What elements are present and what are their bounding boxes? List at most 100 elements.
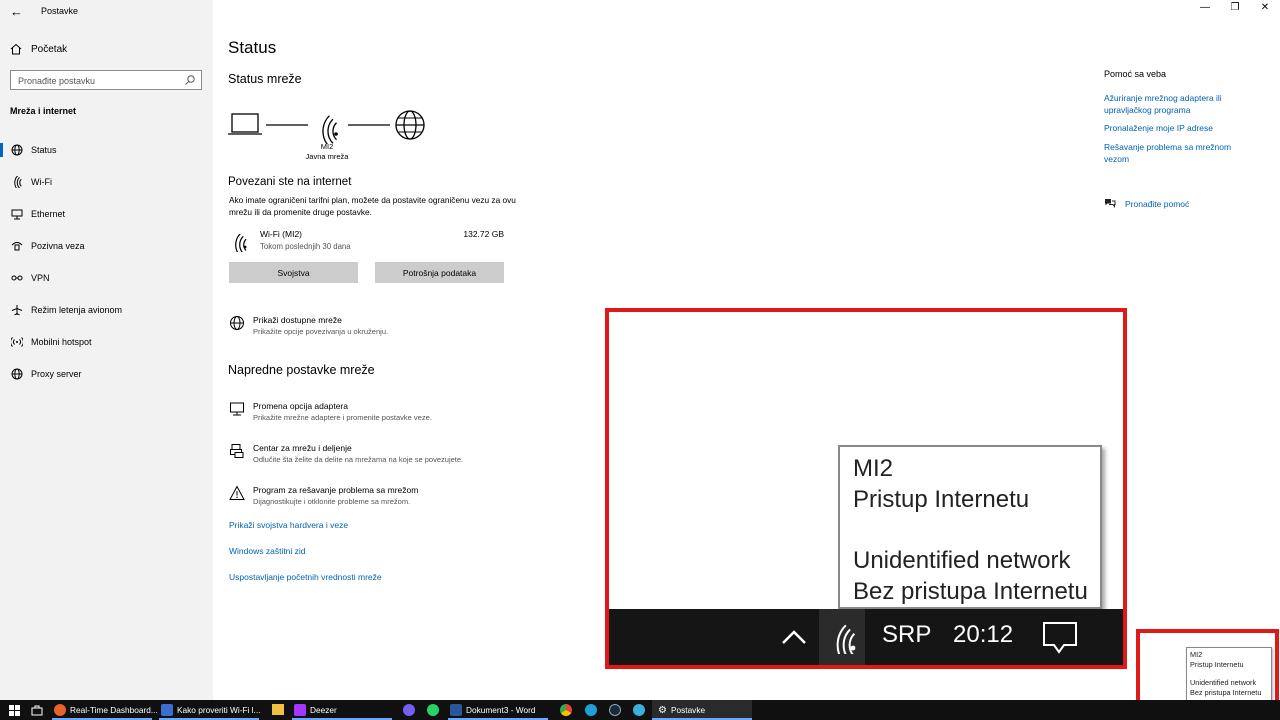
- option-description: Dijagnostikujte i otklonite probleme sa …: [253, 497, 411, 506]
- search-icon[interactable]: [184, 74, 196, 86]
- network-sharing-center[interactable]: Centar za mrežu i deljenje Odlučite šta …: [229, 443, 463, 464]
- option-description: Odlučite šta želite da delite na mrežama…: [253, 455, 464, 464]
- file-explorer-icon[interactable]: [272, 704, 284, 715]
- steam-icon[interactable]: [609, 704, 621, 716]
- sidebar-item-hotspot[interactable]: Mobilni hotspot: [0, 331, 213, 353]
- notification-icon[interactable]: [1042, 621, 1078, 655]
- ethernet-icon: [10, 207, 24, 221]
- help-link-ip[interactable]: Pronalaženje moje IP adrese: [1104, 122, 1254, 134]
- taskbar-item-label: Deezer: [310, 705, 337, 715]
- back-arrow-icon[interactable]: ←: [10, 4, 23, 19]
- taskbar-item-wifi-article[interactable]: Kako proveriti Wi-Fi l...: [161, 700, 260, 720]
- sidebar-item-status[interactable]: Status: [0, 139, 213, 161]
- help-link-adapter[interactable]: Ažuriranje mrežnog adaptera ili upravlja…: [1104, 92, 1254, 116]
- tooltip-line: Unidentified network: [853, 547, 1071, 574]
- store-icon[interactable]: [31, 704, 43, 716]
- sidebar-section-title: Mreža i internet: [10, 106, 77, 116]
- connected-description: Ako imate ograničeni tarifni plan, možet…: [229, 195, 516, 217]
- globe-icon: [10, 367, 24, 381]
- app-icon[interactable]: [633, 704, 645, 716]
- deezer-icon: [294, 704, 306, 716]
- whatsapp-icon[interactable]: [427, 704, 439, 716]
- globe-icon: [395, 110, 425, 140]
- laptop-icon: [228, 113, 262, 135]
- taskbar-item-dashboard[interactable]: Real-Time Dashboard...: [54, 700, 158, 720]
- viber-icon[interactable]: [403, 704, 415, 716]
- network-troubleshooter[interactable]: Program za rešavanje problema sa mrežom …: [229, 485, 418, 506]
- taskbar-item-settings[interactable]: ⚙ Postavke: [658, 700, 705, 720]
- sidebar-item-home-label: Početak: [31, 43, 68, 55]
- option-text: Prikaži dostupne mreže Prikažite opcije …: [253, 315, 388, 336]
- sidebar-item-label: Ethernet: [31, 209, 66, 219]
- network-status-heading: Status mreže: [228, 72, 302, 86]
- tooltip-line: Pristup Internetu: [853, 486, 1030, 513]
- network-reset-link[interactable]: Uspostavljanje početnih vrednosti mreže: [229, 572, 382, 582]
- option-title: Program za rešavanje problema sa mrežom: [253, 485, 419, 495]
- tooltip-line: Bez pristupa Internetu: [1190, 687, 1262, 697]
- firewall-link[interactable]: Windows zaštitni zid: [229, 546, 306, 556]
- sidebar-item-label: Proxy server: [31, 369, 82, 379]
- option-description: Prikažite mrežne adaptere i promenite po…: [253, 413, 432, 422]
- sidebar-item-label: Pozivna veza: [31, 241, 85, 251]
- hardware-properties-link[interactable]: Prikaži svojstva hardvera i veze: [229, 520, 348, 530]
- sidebar-item-ethernet[interactable]: Ethernet: [0, 203, 213, 225]
- close-button[interactable]: ✕: [1250, 2, 1280, 18]
- help-title: Pomoć sa veba: [1104, 69, 1167, 79]
- page-title: Status: [228, 38, 277, 57]
- sidebar-item-vpn[interactable]: VPN: [0, 267, 213, 289]
- option-title: Promena opcija adaptera: [253, 401, 348, 411]
- taskbar-item-word[interactable]: Dokument3 - Word: [450, 700, 535, 720]
- chevron-up-icon[interactable]: [781, 629, 807, 645]
- browser-icon: [161, 704, 173, 716]
- tooltip-line: Unidentified network: [1190, 678, 1257, 687]
- taskbar-item-label: Postavke: [670, 705, 706, 715]
- sidebar-item-label: Režim letenja avionom: [31, 305, 123, 315]
- minimize-button[interactable]: —: [1190, 2, 1220, 18]
- help-link-troubleshoot[interactable]: Rešavanje problema sa mrežnom vezom: [1104, 141, 1254, 165]
- find-help-label: Pronađite pomoć: [1125, 198, 1190, 209]
- sidebar-item-wifi[interactable]: Wi-Fi: [0, 171, 213, 193]
- tooltip-line: Bez pristupa Internetu: [853, 578, 1088, 605]
- option-text: Promena opcija adaptera Prikažite mrežne…: [253, 401, 432, 422]
- zoomed-tray-highlight: MI2 Pristup Internetu Unidentified netwo…: [605, 308, 1127, 669]
- properties-button[interactable]: Svojstva: [229, 262, 358, 283]
- find-help[interactable]: Pronađite pomoć: [1104, 198, 1189, 209]
- chat-icon: [1105, 199, 1116, 208]
- word-icon: [450, 704, 462, 716]
- chrome-icon[interactable]: [560, 704, 572, 716]
- zoomed-taskbar: SRP 20:12: [609, 609, 1123, 665]
- connection-name: Wi-Fi (MI2): [260, 229, 303, 239]
- data-usage-button[interactable]: Potrošnja podataka: [375, 262, 504, 283]
- option-description: Prikažite opcije povezivanja u okruženju…: [253, 327, 389, 336]
- sidebar-item-home[interactable]: Početak: [10, 42, 67, 56]
- sidebar-item-label: VPN: [31, 273, 50, 283]
- adapter-options[interactable]: Promena opcija adaptera Prikažite mrežne…: [229, 401, 432, 422]
- network-label: MI2 Javna mreža: [297, 142, 357, 162]
- dialup-icon: [10, 239, 24, 253]
- sidebar-item-dialup[interactable]: Pozivna veza: [0, 235, 213, 257]
- maximize-button[interactable]: ❐: [1220, 2, 1250, 18]
- taskbar-item-deezer[interactable]: Deezer: [294, 700, 337, 720]
- search-input[interactable]: [11, 72, 176, 90]
- edge-icon[interactable]: [585, 704, 597, 716]
- taskbar-item-label: Real-Time Dashboard...: [70, 705, 158, 715]
- globe-icon: [230, 316, 244, 330]
- sidebar-item-label: Wi-Fi: [31, 177, 52, 187]
- printer-icon: [230, 444, 244, 458]
- language-indicator[interactable]: SRP: [882, 621, 931, 649]
- show-networks-option[interactable]: Prikaži dostupne mreže Prikažite opcije …: [229, 315, 388, 336]
- data-usage-value: 132.72 GB: [463, 229, 504, 239]
- clock[interactable]: 20:12: [953, 621, 1013, 649]
- advanced-heading: Napredne postavke mreže: [228, 363, 375, 377]
- windows-start-icon[interactable]: [9, 705, 20, 716]
- taskbar: Real-Time Dashboard... Kako proveriti Wi…: [0, 700, 1280, 720]
- wifi-icon[interactable]: [827, 622, 859, 654]
- tooltip-line: MI2: [853, 455, 894, 482]
- network-diagram: [228, 110, 425, 144]
- app-title: Postavke: [41, 6, 79, 16]
- hotspot-icon: [10, 335, 24, 349]
- wifi-icon: [10, 175, 24, 189]
- sidebar-item-proxy[interactable]: Proxy server: [0, 363, 213, 385]
- sidebar-item-airplane[interactable]: Režim letenja avionom: [0, 299, 213, 321]
- warning-icon: [229, 485, 245, 500]
